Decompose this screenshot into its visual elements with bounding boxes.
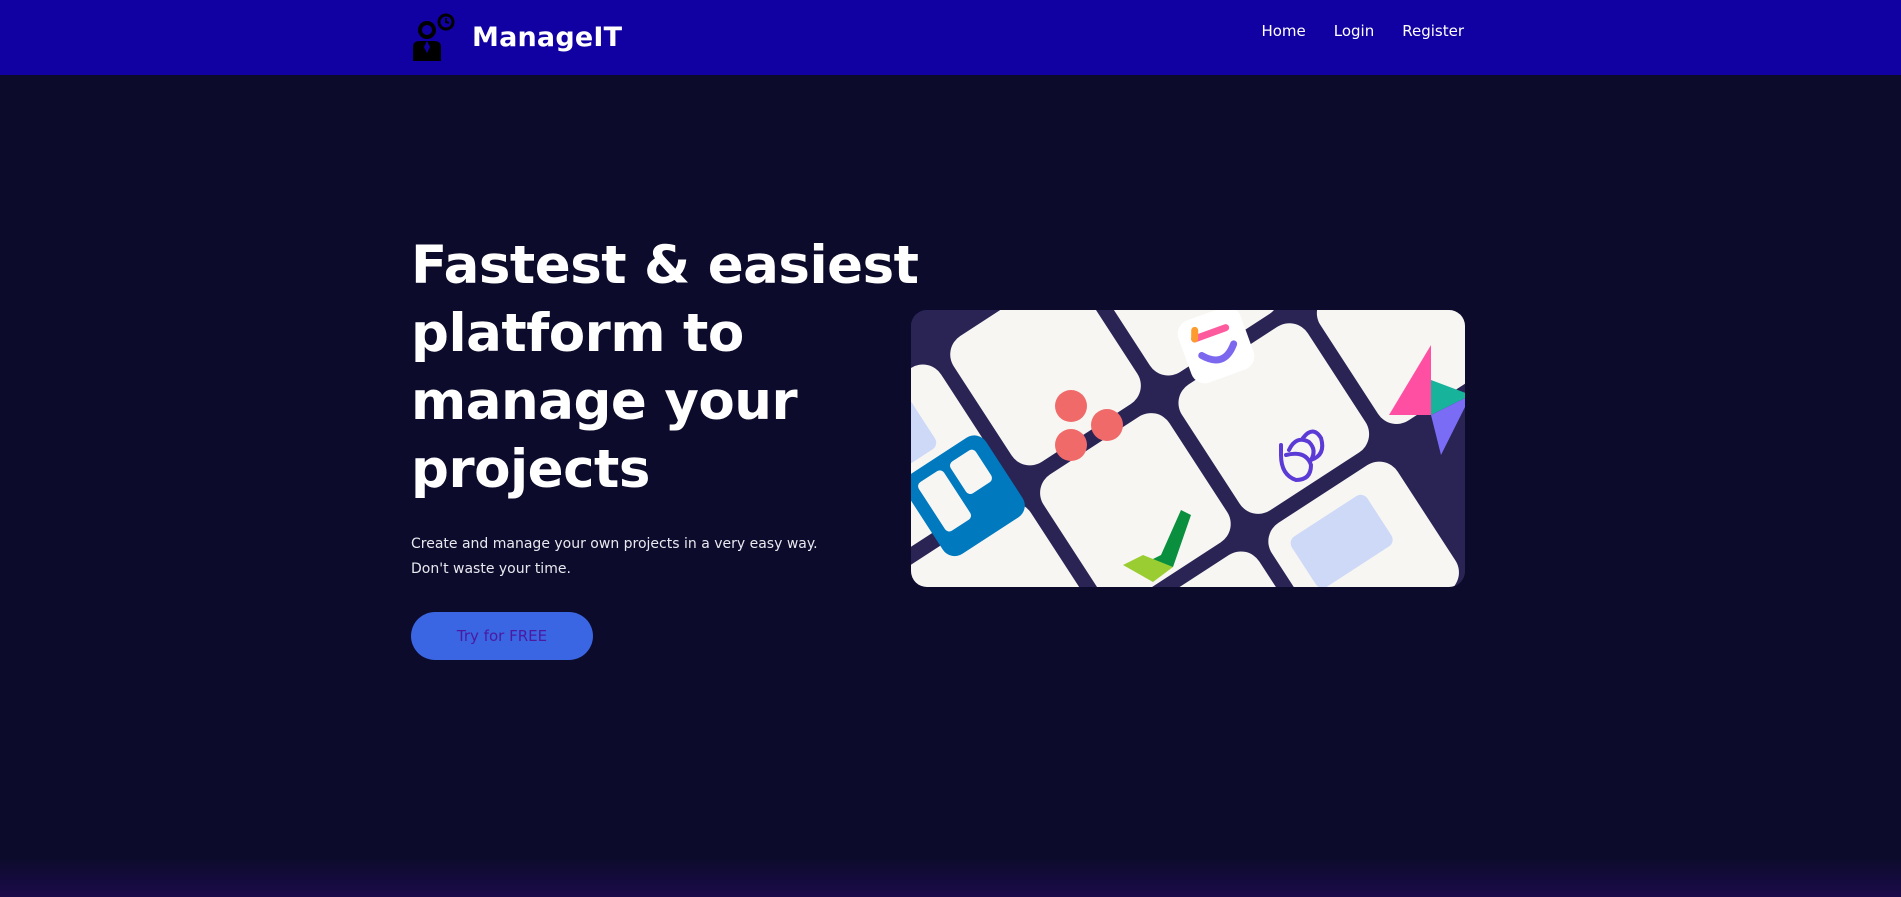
hero-title: Fastest & easiest platform to manage you… (411, 235, 919, 500)
hero-image (911, 310, 1465, 587)
main-nav: Home Login Register (1261, 22, 1464, 40)
brand[interactable]: ManageIT (410, 8, 622, 66)
nav-home-link[interactable]: Home (1261, 22, 1305, 40)
hero-subtitle-line1: Create and manage your own projects in a… (411, 536, 818, 552)
brand-name: ManageIT (472, 21, 623, 53)
nav-register-link[interactable]: Register (1402, 22, 1464, 40)
app-tiles-illustration (911, 310, 1465, 587)
navbar: ManageIT Home Login Register (0, 0, 1901, 75)
manager-person-icon (413, 13, 455, 61)
hero-subtitle-line2: Don't waste your time. (411, 561, 571, 577)
nav-login-link[interactable]: Login (1334, 22, 1374, 40)
footer-glow (0, 857, 1901, 897)
hero-subtitle: Create and manage your own projects in a… (411, 532, 931, 582)
try-for-free-button[interactable]: Try for FREE (411, 612, 593, 660)
hero-section: Fastest & easiest platform to manage you… (411, 232, 931, 660)
